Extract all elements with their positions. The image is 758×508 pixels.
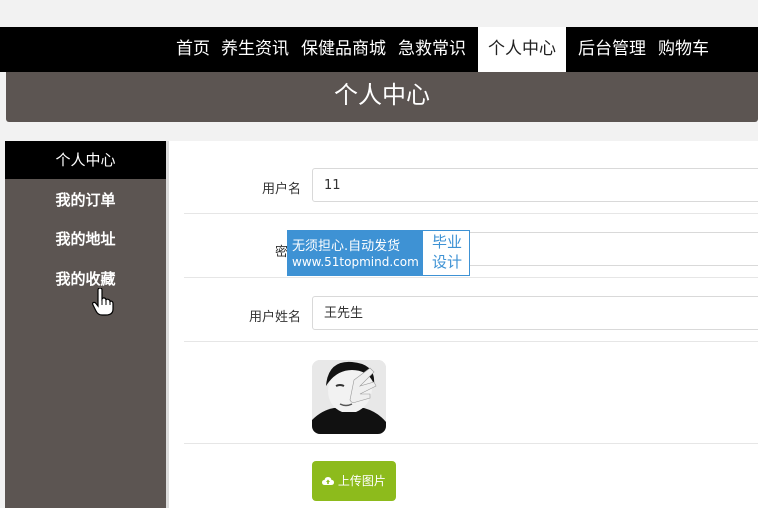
watermark-badge-line2: 设计	[431, 253, 462, 271]
realname-field[interactable]: 王先生	[312, 296, 758, 330]
nav-first-aid[interactable]: 急救常识	[398, 27, 466, 72]
divider	[184, 443, 758, 444]
top-navigation: 首页 养生资讯 保健品商城 急救常识 个人中心 后台管理 购物车	[0, 27, 758, 72]
nav-home[interactable]: 首页	[176, 27, 210, 72]
watermark-line2: www.51topmind.com	[292, 255, 419, 269]
username-label: 用户名	[261, 182, 301, 197]
divider	[184, 341, 758, 342]
hand-cursor-icon	[92, 287, 114, 316]
watermark-text-block: 无须担心.自动发货 www.51topmind.com	[288, 231, 423, 275]
page-title-banner: 个人中心	[6, 72, 758, 122]
divider	[184, 277, 758, 278]
divider	[184, 213, 758, 214]
upload-image-button[interactable]: 上传图片	[312, 461, 396, 501]
watermark-badge: 毕业 设计	[426, 232, 468, 272]
sidebar-item-favorites[interactable]: 我的收藏	[5, 260, 166, 298]
watermark-badge-line1: 毕业	[431, 233, 462, 251]
watermark-overlay: 无须担心.自动发货 www.51topmind.com 毕业 设计	[287, 230, 470, 276]
password-label: 密码	[169, 241, 301, 260]
nav-cart[interactable]: 购物车	[658, 27, 709, 72]
sidebar: 个人中心 我的订单 我的地址 我的收藏	[5, 141, 166, 508]
username-field[interactable]: 11	[312, 168, 758, 202]
cloud-upload-icon	[322, 474, 338, 488]
sidebar-item-addresses[interactable]: 我的地址	[5, 220, 166, 258]
watermark-line1: 无须担心.自动发货	[292, 239, 401, 254]
nav-admin[interactable]: 后台管理	[578, 27, 646, 72]
realname-label: 用户姓名	[248, 310, 301, 325]
upload-image-label: 上传图片	[337, 474, 386, 488]
sidebar-item-personal-center[interactable]: 个人中心	[5, 141, 166, 179]
nav-personal-center[interactable]: 个人中心	[478, 27, 566, 72]
profile-form: 用户名 11 密码 用户姓名 王先生 上传图片	[169, 141, 758, 508]
nav-health-mall[interactable]: 保健品商城	[301, 27, 386, 72]
sidebar-item-orders[interactable]: 我的订单	[5, 181, 166, 219]
avatar	[312, 360, 386, 434]
nav-health-news[interactable]: 养生资讯	[221, 27, 289, 72]
